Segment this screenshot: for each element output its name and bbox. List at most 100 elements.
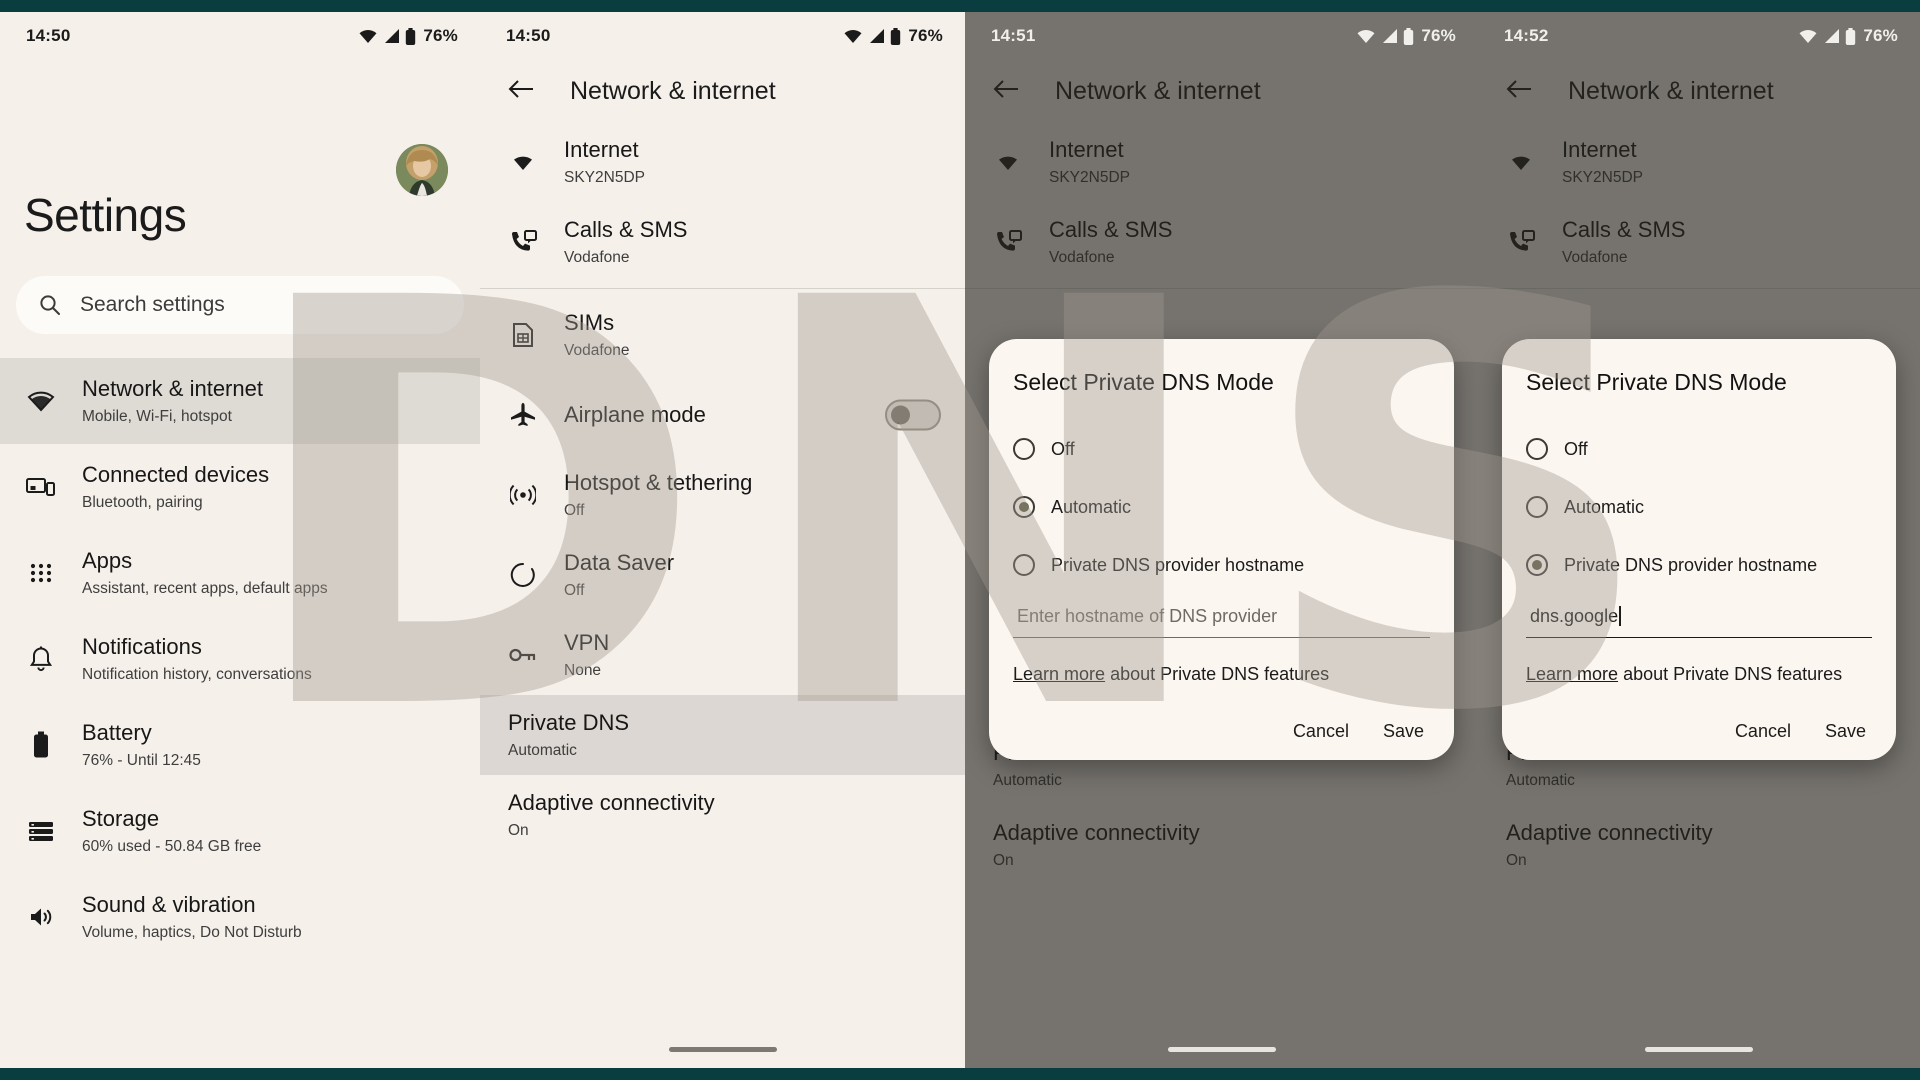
wifi-icon xyxy=(26,390,56,412)
item-title: Data Saver xyxy=(564,550,675,576)
hostname-input[interactable]: dns.google xyxy=(1526,606,1872,638)
gesture-bar[interactable] xyxy=(1167,1047,1276,1052)
list-item-adaptive-connectivity[interactable]: Adaptive connectivity On xyxy=(965,805,1478,885)
radio-label: Private DNS provider hostname xyxy=(1051,554,1305,575)
volume-icon xyxy=(26,905,56,929)
list-item-internet[interactable]: Internet SKY2N5DP xyxy=(1478,122,1920,202)
item-subtitle: 60% used - 50.84 GB free xyxy=(82,837,262,855)
screenshot-strip: 14:50 76% Settings Search settings Netwo… xyxy=(0,12,1920,1068)
item-title: Airplane mode xyxy=(564,401,706,427)
list-item-data-saver[interactable]: Data Saver Off xyxy=(480,535,965,615)
back-arrow-icon[interactable] xyxy=(993,79,1019,104)
sidebar-item-storage[interactable]: Storage 60% used - 50.84 GB free xyxy=(0,788,480,874)
list-item-private-dns[interactable]: Private DNS Automatic xyxy=(480,695,965,775)
item-title: Calls & SMS xyxy=(564,217,688,243)
search-icon xyxy=(40,295,60,315)
list-item-internet[interactable]: Internet SKY2N5DP xyxy=(965,122,1478,202)
item-title: Storage xyxy=(82,806,160,832)
radio-option-automatic[interactable]: Automatic xyxy=(1526,478,1872,536)
item-title: Hotspot & tethering xyxy=(564,470,753,496)
hostname-input[interactable]: Enter hostname of DNS provider xyxy=(1013,606,1430,638)
status-bar: 14:50 76% xyxy=(0,12,480,60)
radio-option-hostname[interactable]: Private DNS provider hostname xyxy=(1526,536,1872,594)
airplane-mode-toggle[interactable] xyxy=(885,399,941,431)
status-time: 14:50 xyxy=(506,26,551,45)
app-bar-title: Network & internet xyxy=(1568,76,1774,105)
learn-more-link[interactable]: Learn more xyxy=(1013,664,1105,684)
battery-percent: 76% xyxy=(1863,26,1898,45)
list-item-sims[interactable]: SIMs Vodafone xyxy=(480,295,965,375)
item-title: Private DNS xyxy=(508,710,630,736)
sidebar-item-apps[interactable]: Apps Assistant, recent apps, default app… xyxy=(0,530,480,616)
dialog-actions: Cancel Save xyxy=(1013,721,1430,742)
wifi-icon xyxy=(508,151,538,173)
sidebar-item-notifications[interactable]: Notifications Notification history, conv… xyxy=(0,616,480,702)
private-dns-dialog: Select Private DNS Mode Off Automatic Pr… xyxy=(989,339,1454,760)
learn-more-rest: about Private DNS features xyxy=(1105,664,1330,684)
list-item-calls-sms[interactable]: Calls & SMS Vodafone xyxy=(965,202,1478,282)
list-divider xyxy=(480,288,965,289)
airplane-icon xyxy=(508,402,538,428)
status-icons: 76% xyxy=(1798,26,1898,46)
item-title: VPN xyxy=(564,630,610,656)
status-icons: 76% xyxy=(358,26,458,46)
battery-status-icon xyxy=(406,27,416,45)
learn-more-link[interactable]: Learn more xyxy=(1526,664,1618,684)
battery-status-icon xyxy=(891,27,901,45)
item-title: Adaptive connectivity xyxy=(508,790,715,816)
dialog-title: Select Private DNS Mode xyxy=(1526,369,1787,395)
text-caret xyxy=(1619,606,1621,626)
back-arrow-icon[interactable] xyxy=(508,79,534,104)
item-subtitle: Off xyxy=(564,581,585,599)
item-title: Sound & vibration xyxy=(82,892,256,918)
radio-option-automatic[interactable]: Automatic xyxy=(1013,478,1430,536)
status-icons: 76% xyxy=(1356,26,1456,46)
radio-icon xyxy=(1526,438,1548,460)
item-subtitle: SKY2N5DP xyxy=(1562,168,1643,186)
item-subtitle: Assistant, recent apps, default apps xyxy=(82,579,328,597)
back-arrow-icon[interactable] xyxy=(1506,79,1532,104)
radio-label: Automatic xyxy=(1564,496,1645,517)
radio-option-off[interactable]: Off xyxy=(1526,420,1872,478)
status-time: 14:52 xyxy=(1504,26,1549,45)
avatar[interactable] xyxy=(396,144,448,196)
item-subtitle: Vodafone xyxy=(564,341,630,359)
signal-status-icon xyxy=(1383,29,1398,43)
item-title: Adaptive connectivity xyxy=(1506,820,1713,846)
list-item-adaptive-connectivity[interactable]: Adaptive connectivity On xyxy=(1478,805,1920,885)
cancel-button[interactable]: Cancel xyxy=(1735,721,1791,742)
status-time: 14:50 xyxy=(26,26,71,45)
item-title: Battery xyxy=(82,720,152,746)
status-bar: 14:52 76% xyxy=(1478,12,1920,60)
settings-list: Network & internet Mobile, Wi-Fi, hotspo… xyxy=(0,358,480,960)
list-item-internet[interactable]: Internet SKY2N5DP xyxy=(480,122,965,202)
list-item-vpn[interactable]: VPN None xyxy=(480,615,965,695)
sidebar-item-battery[interactable]: Battery 76% - Until 12:45 xyxy=(0,702,480,788)
calls-sms-icon xyxy=(1506,230,1536,254)
cancel-button[interactable]: Cancel xyxy=(1293,721,1349,742)
panel-network-internet: 14:50 76% Network & internet Internet SK… xyxy=(480,12,965,1068)
radio-option-off[interactable]: Off xyxy=(1013,420,1430,478)
gesture-bar[interactable] xyxy=(1645,1047,1753,1052)
sidebar-item-connected-devices[interactable]: Connected devices Bluetooth, pairing xyxy=(0,444,480,530)
sidebar-item-network-internet[interactable]: Network & internet Mobile, Wi-Fi, hotspo… xyxy=(0,358,480,444)
item-subtitle: Vodafone xyxy=(1562,248,1628,266)
sidebar-item-sound-vibration[interactable]: Sound & vibration Volume, haptics, Do No… xyxy=(0,874,480,960)
learn-more-rest: about Private DNS features xyxy=(1618,664,1843,684)
radio-option-hostname[interactable]: Private DNS provider hostname xyxy=(1013,536,1430,594)
network-list: Internet SKY2N5DP Calls & SMS Vodafone S… xyxy=(480,122,965,855)
gesture-bar[interactable] xyxy=(668,1047,777,1052)
list-item-airplane-mode[interactable]: Airplane mode xyxy=(480,375,965,455)
list-item-calls-sms[interactable]: Calls & SMS Vodafone xyxy=(1478,202,1920,282)
save-button[interactable]: Save xyxy=(1825,721,1866,742)
devices-icon xyxy=(26,475,56,499)
list-item-hotspot-tethering[interactable]: Hotspot & tethering Off xyxy=(480,455,965,535)
item-subtitle: On xyxy=(508,821,529,839)
battery-status-icon xyxy=(1404,27,1414,45)
save-button[interactable]: Save xyxy=(1383,721,1424,742)
search-input[interactable]: Search settings xyxy=(16,276,464,334)
item-subtitle: On xyxy=(1506,851,1527,869)
list-item-calls-sms[interactable]: Calls & SMS Vodafone xyxy=(480,202,965,282)
list-item-adaptive-connectivity[interactable]: Adaptive connectivity On xyxy=(480,775,965,855)
hostname-value: dns.google xyxy=(1530,606,1619,626)
